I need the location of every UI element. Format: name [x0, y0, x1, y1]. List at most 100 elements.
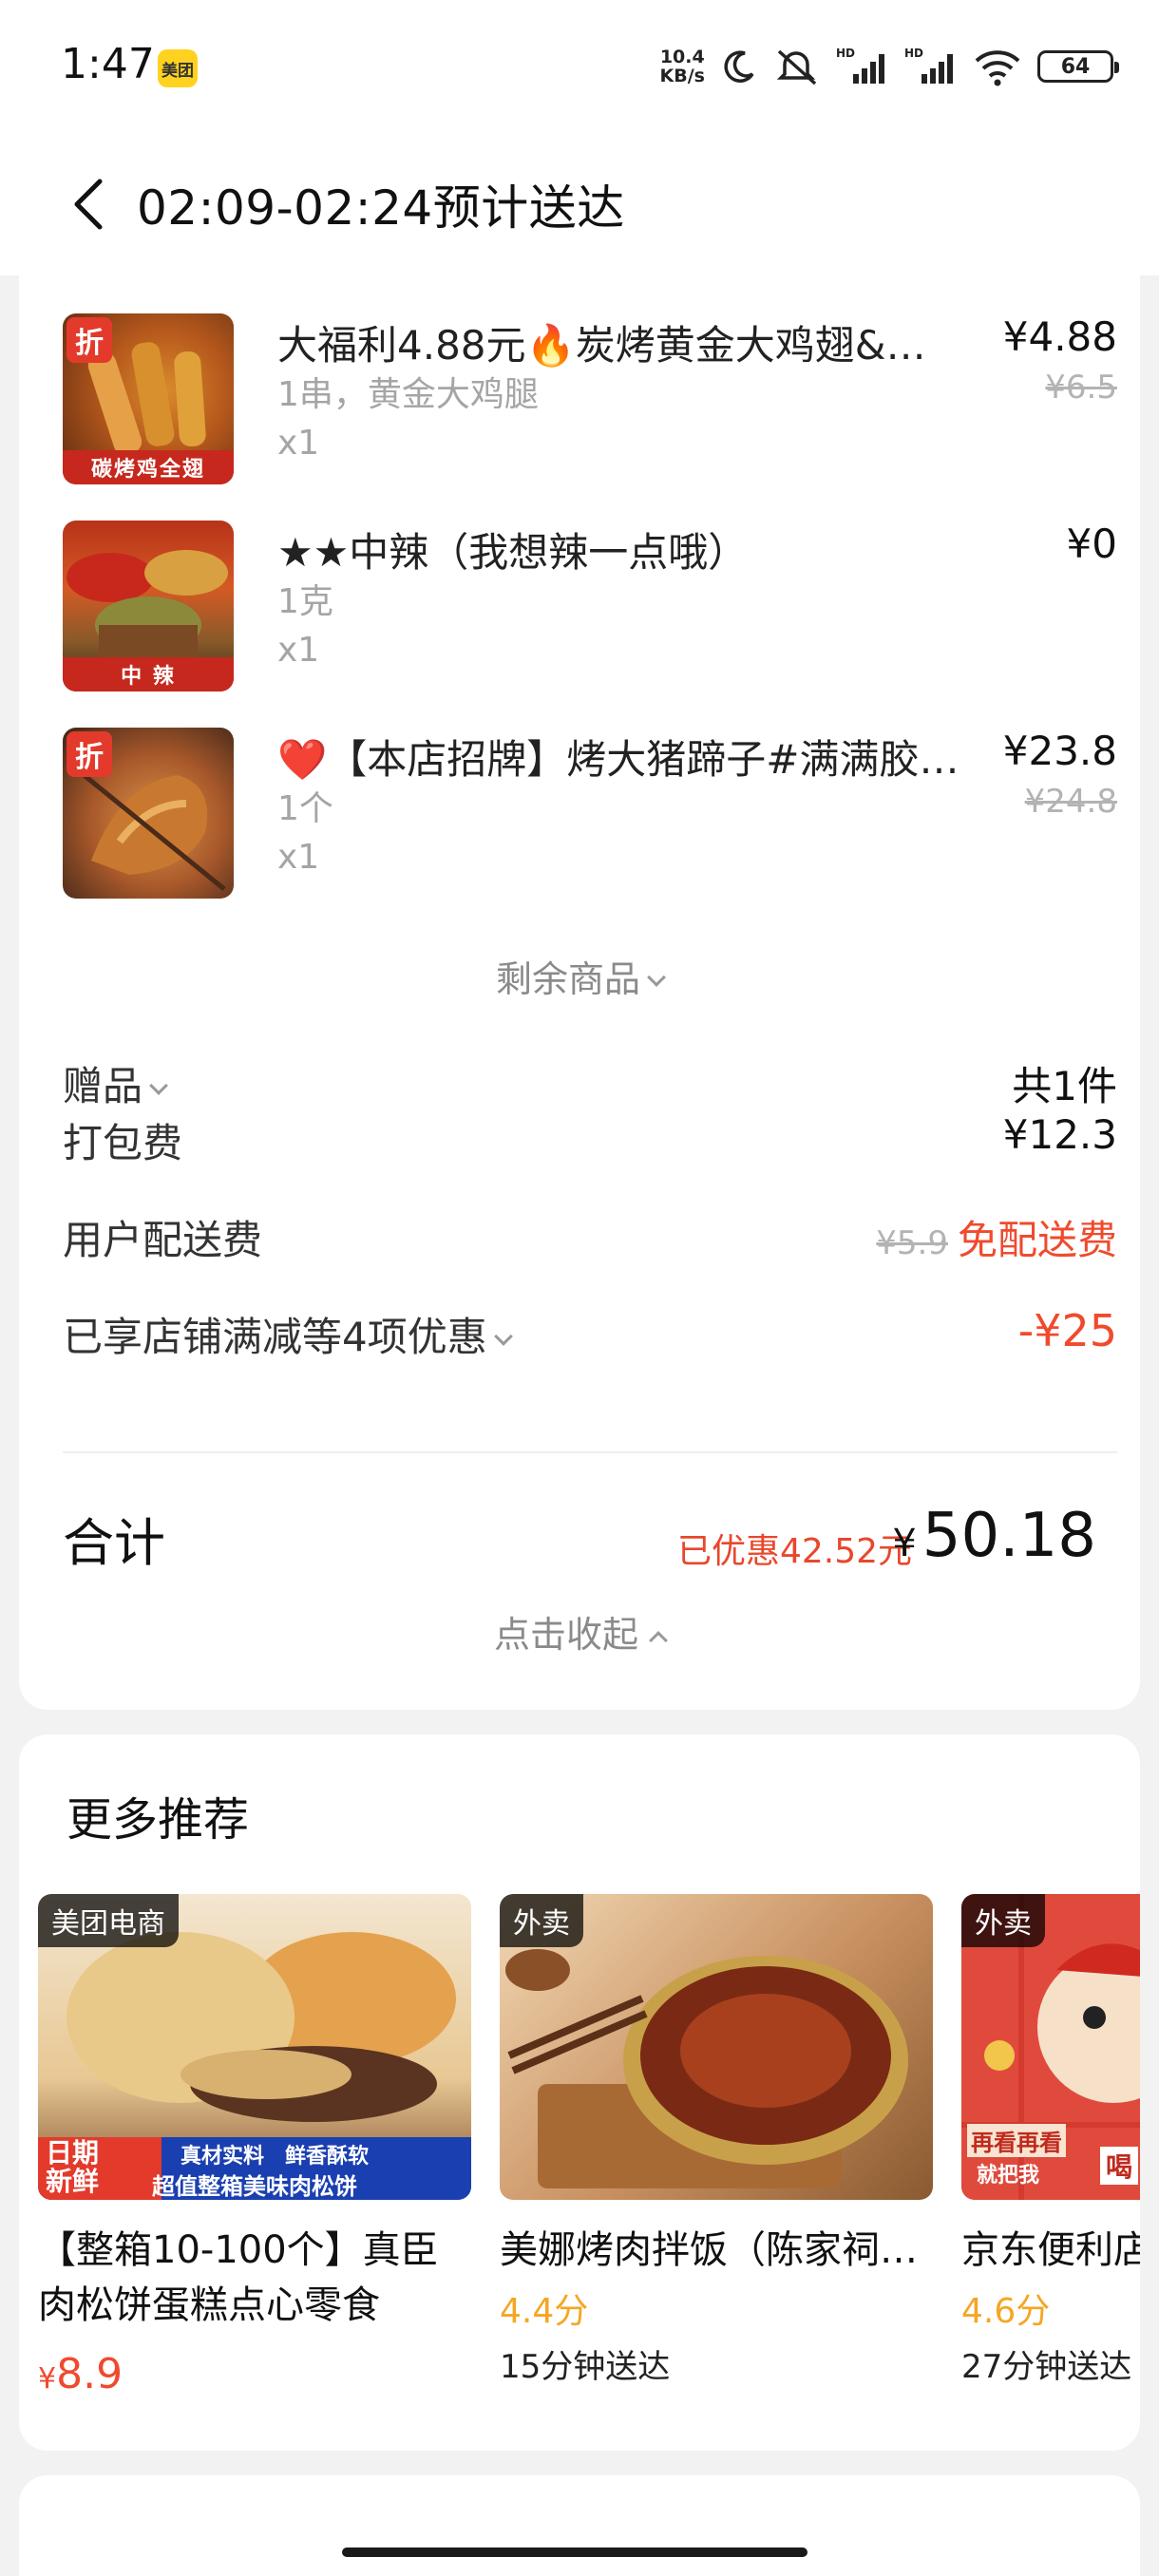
recommend-image-text: 日期 新鲜 — [46, 2139, 99, 2196]
recommend-image-text: 就把我 — [977, 2164, 1040, 2188]
item-name: ❤️【本店招牌】烤大猪蹄子#满满胶原蛋白 — [277, 736, 961, 783]
item-original-price: ¥24.8 — [1024, 783, 1117, 821]
item-name: ★★中辣（我想辣一点哦） — [277, 529, 749, 576]
signal-icon-1: HD — [836, 46, 889, 87]
recommendations-title: 更多推荐 — [66, 1793, 250, 1847]
delivery-fee-value: ¥5.9 免配送费 — [876, 1208, 1117, 1266]
packing-fee-value: ¥12.3 — [1002, 1111, 1117, 1158]
gift-label: 赠品 — [63, 1054, 168, 1112]
discount-label: 已享店铺满减等4项优惠 — [63, 1305, 513, 1363]
recommend-image-text: 再看再看 — [967, 2124, 1066, 2157]
back-button[interactable] — [55, 171, 122, 237]
total-amount-value: 50.18 — [922, 1501, 1096, 1571]
chevron-down-icon — [647, 968, 666, 987]
page-header: 02:09-02:24预计送达 — [0, 133, 1159, 275]
gift-value: 共1件 — [1012, 1063, 1117, 1109]
item-image: 折 碳烤鸡全翅 — [63, 313, 234, 484]
remaining-items-label: 剩余商品 — [495, 958, 640, 1000]
recommend-name: 美娜烤肉拌饭（陈家祠店） — [500, 2228, 933, 2272]
item-quantity: x1 — [277, 424, 320, 463]
status-icons: 10.4 KB/s HD HD 64 — [660, 42, 1119, 91]
home-indicator[interactable] — [342, 2548, 808, 2557]
recommend-image-text-line: 新鲜 — [46, 2166, 100, 2197]
item-image: 中 辣 — [63, 521, 234, 691]
recommend-name: 【整箱10-100个】真臣肉松饼蛋糕点心零食 — [38, 2228, 439, 2327]
gift-row[interactable]: 赠品 共1件 — [63, 1054, 1117, 1111]
recommend-score: 4.6分 — [961, 2292, 1051, 2331]
delivery-fee-row: 用户配送费 ¥5.9 免配送费 — [63, 1208, 1117, 1265]
packing-fee-label: 打包费 — [63, 1120, 183, 1166]
recommend-badge: 美团电商 — [38, 1894, 179, 1947]
recommend-delivery-time: 27分钟送达 — [961, 2348, 1132, 2386]
recommend-image-text: 超值整箱美味肉松饼 — [152, 2173, 357, 2200]
remaining-items-toggle[interactable]: 剩余商品 — [19, 950, 1140, 1002]
meituan-app-icon: 美团 — [158, 49, 198, 87]
collapse-toggle[interactable]: 点击收起 — [19, 1605, 1140, 1657]
status-bar: 1:47 美团 10.4 KB/s HD HD 64 — [0, 0, 1159, 133]
delivery-fee-label: 用户配送费 — [63, 1217, 263, 1263]
network-speed-value: 10.4 — [659, 47, 705, 67]
recommend-name: 京东便利店 — [961, 2228, 1140, 2272]
collapse-label: 点击收起 — [493, 1614, 638, 1656]
currency-symbol: ¥ — [38, 2362, 57, 2396]
recommend-badge: 外卖 — [500, 1894, 583, 1947]
total-label: 合计 — [63, 1513, 165, 1573]
status-time: 1:47 — [61, 40, 155, 88]
total-saved: 已优惠42.52元 — [676, 1532, 912, 1571]
recommend-item[interactable]: 外卖 再看再看 就把我 喝 京东便利店 4.6分 27分钟送达 — [961, 1894, 1140, 2426]
discount-label-text: 已享店铺满减等4项优惠 — [63, 1314, 487, 1360]
item-price: ¥23.8 — [1002, 728, 1117, 774]
recommend-image-text: 真材实料 鲜香酥软 — [180, 2145, 370, 2169]
network-speed: 10.4 KB/s — [660, 47, 705, 85]
gift-label-text: 赠品 — [63, 1063, 143, 1109]
item-name: 大福利4.88元🔥炭烤黄金大鸡翅&大鸡腿… — [277, 322, 961, 369]
item-original-price: ¥6.5 — [1045, 369, 1117, 407]
total-amount: ¥50.18 — [892, 1501, 1096, 1571]
item-spec: 1个 — [277, 789, 333, 828]
recommend-price-value: 8.9 — [56, 2350, 124, 2398]
signal-icon-2: HD — [904, 46, 958, 87]
item-image-caption: 碳烤鸡全翅 — [63, 450, 234, 484]
item-spec: 1串，黄金大鸡腿 — [277, 375, 539, 414]
order-item[interactable]: 中 辣 ★★中辣（我想辣一点哦） 1克 x1 ¥0 — [63, 521, 1117, 710]
recommend-score: 4.4分 — [500, 2292, 589, 2331]
recommend-price: ¥8.9 — [38, 2350, 123, 2398]
chevron-left-icon — [74, 179, 103, 230]
battery-indicator: 64 — [1037, 50, 1119, 83]
item-quantity: x1 — [277, 631, 320, 670]
discount-tag: 折 — [66, 317, 112, 363]
recommend-delivery-time: 15分钟送达 — [500, 2348, 671, 2386]
delivery-original-price: ¥5.9 — [876, 1224, 948, 1262]
discount-row[interactable]: 已享店铺满减等4项优惠 -¥25 — [63, 1305, 1117, 1362]
discount-tag: 折 — [66, 731, 112, 777]
network-speed-unit: KB/s — [659, 66, 705, 86]
order-item[interactable]: 折 ❤️【本店招牌】烤大猪蹄子#满满胶原蛋白 1个 x1 ¥23.8 ¥24.8 — [63, 728, 1117, 918]
currency-symbol: ¥ — [892, 1522, 917, 1565]
order-detail-card: 折 碳烤鸡全翅 大福利4.88元🔥炭烤黄金大鸡翅&大鸡腿… 1串，黄金大鸡腿 x… — [19, 256, 1140, 1710]
next-section-card — [19, 2475, 1140, 2576]
signal-label-1: HD — [836, 47, 855, 60]
recommend-image: 外卖 再看再看 就把我 喝 — [961, 1894, 1140, 2200]
recommend-badge: 外卖 — [961, 1894, 1045, 1947]
free-delivery-label: 免配送费 — [957, 1217, 1117, 1263]
recommend-image-text-line: 日期 — [46, 2137, 100, 2169]
wifi-icon — [973, 46, 1022, 87]
mute-bell-icon — [773, 46, 821, 87]
item-image-caption: 中 辣 — [63, 657, 234, 691]
recommend-item[interactable]: 外卖 美娜烤肉拌饭（陈家祠店） 4.4分 15分钟送达 — [500, 1894, 933, 2426]
recommendations-card: 更多推荐 美团电商 日期 新鲜 真材实料 鲜香酥软 超值整箱美味肉松饼 【整箱1… — [19, 1734, 1140, 2451]
page-title: 02:09-02:24预计送达 — [137, 180, 625, 236]
chevron-down-icon — [149, 1076, 168, 1095]
item-spec: 1克 — [277, 582, 333, 621]
order-item[interactable]: 折 碳烤鸡全翅 大福利4.88元🔥炭烤黄金大鸡翅&大鸡腿… 1串，黄金大鸡腿 x… — [63, 313, 1117, 503]
signal-label-2: HD — [904, 47, 923, 60]
recommend-item[interactable]: 美团电商 日期 新鲜 真材实料 鲜香酥软 超值整箱美味肉松饼 【整箱10-100… — [38, 1894, 471, 2426]
item-price: ¥4.88 — [1002, 313, 1117, 360]
moon-icon — [720, 47, 758, 85]
recommend-image: 外卖 — [500, 1894, 933, 2200]
chevron-down-icon — [493, 1327, 513, 1346]
item-price: ¥0 — [1066, 521, 1117, 567]
chevron-up-icon — [649, 1631, 668, 1650]
discount-value: -¥25 — [1017, 1305, 1117, 1356]
recommend-image-text: 喝 — [1100, 2147, 1139, 2185]
